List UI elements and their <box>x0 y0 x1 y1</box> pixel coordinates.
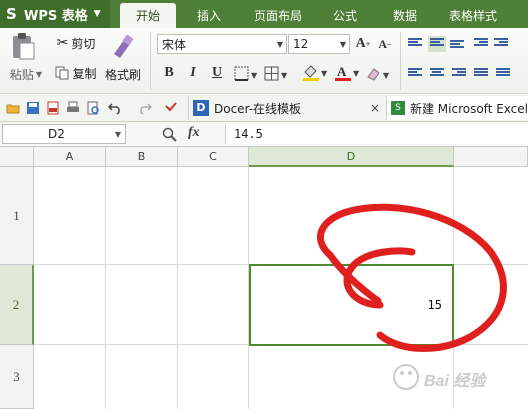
cut-button[interactable]: ✂ 剪切 <box>52 34 100 52</box>
menu-tab-bar: S WPS 表格 ▼ 开始 插入 页面布局 公式 数据 表格样式 <box>0 0 528 28</box>
distributed-align-icon[interactable] <box>496 68 510 80</box>
column-header-d[interactable]: D <box>249 147 454 167</box>
svg-text:▼: ▼ <box>281 71 288 80</box>
insert-function-button[interactable]: fx <box>188 125 200 141</box>
format-painter-button[interactable]: 格式刷 <box>102 66 144 82</box>
quick-access-bar: D Docer-在线模板 × S 新建 Microsoft Excel <box>0 94 528 122</box>
font-size-select[interactable]: 12 ▼ <box>288 34 350 54</box>
align-bottom-icon[interactable] <box>450 40 464 52</box>
paste-icon[interactable] <box>10 32 36 62</box>
tab-formulas[interactable]: 公式 <box>322 3 368 28</box>
doc-tab-workbook-label: 新建 Microsoft Excel <box>409 101 528 116</box>
underline-button[interactable]: U <box>208 64 226 82</box>
clear-format-icon[interactable]: ▼ <box>366 66 394 82</box>
align-left-icon[interactable] <box>408 68 422 80</box>
spreadsheet-icon: S <box>391 101 405 115</box>
svg-text:▼: ▼ <box>251 71 258 80</box>
grid-line <box>105 167 106 409</box>
column-header-a[interactable]: A <box>34 147 106 167</box>
undo-icon[interactable] <box>108 101 122 115</box>
paste-button[interactable]: 粘贴 ▼ <box>6 66 46 82</box>
align-middle-icon[interactable] <box>428 36 446 52</box>
row-header-2[interactable]: 2 <box>0 265 34 345</box>
chevron-down-icon: ▼ <box>35 69 43 79</box>
export-pdf-icon[interactable] <box>46 101 60 115</box>
zoom-search-icon[interactable] <box>162 127 178 143</box>
active-cell-d2[interactable]: 15 <box>249 264 454 346</box>
indent-decrease-icon[interactable] <box>474 38 488 50</box>
name-box[interactable]: D2 ▼ <box>2 124 126 144</box>
copy-icon <box>55 66 69 80</box>
italic-button[interactable]: I <box>184 64 202 82</box>
svg-text:A: A <box>337 64 347 79</box>
name-box-value: D2 <box>48 127 65 141</box>
column-header-e[interactable] <box>454 147 528 167</box>
tab-data[interactable]: 数据 <box>382 3 428 28</box>
svg-text:▼: ▼ <box>353 69 360 78</box>
justify-icon[interactable] <box>474 68 488 80</box>
font-size-value: 12 <box>293 37 309 51</box>
align-top-icon[interactable] <box>408 38 422 50</box>
copy-button[interactable]: 复制 <box>52 64 100 82</box>
doc-tab-docer-label: Docer-在线模板 <box>214 101 302 116</box>
spreadsheet-grid[interactable]: A B C D 1 2 3 15 Bai 经验 <box>0 147 528 409</box>
formula-input[interactable]: 14.5 <box>225 124 528 144</box>
close-icon[interactable]: × <box>370 101 380 115</box>
align-center-icon[interactable] <box>430 68 444 80</box>
column-header-b[interactable]: B <box>106 147 178 167</box>
font-name-value: 宋体 <box>162 37 187 52</box>
tab-home[interactable]: 开始 <box>120 3 176 28</box>
save-icon[interactable] <box>26 101 40 115</box>
customize-toolbar-icon[interactable] <box>164 101 178 115</box>
grid-line <box>177 167 178 409</box>
app-name: WPS 表格 <box>24 8 88 24</box>
font-name-select[interactable]: 宋体 ▼ <box>157 34 287 54</box>
chevron-down-icon: ▼ <box>339 40 346 49</box>
ribbon-separator <box>400 32 401 90</box>
row-header-3[interactable]: 3 <box>0 345 34 409</box>
open-folder-icon[interactable] <box>6 101 20 115</box>
table-grid-icon[interactable]: ▼ <box>264 66 292 82</box>
print-preview-icon[interactable] <box>86 101 100 115</box>
formula-bar: D2 ▼ fx 14.5 <box>0 122 528 147</box>
row-header-1[interactable]: 1 <box>0 167 34 265</box>
chevron-down-icon: ▼ <box>114 130 121 139</box>
border-icon[interactable]: ▼ <box>234 66 260 82</box>
cut-label: 剪切 <box>71 36 96 51</box>
tab-page-layout[interactable]: 页面布局 <box>246 3 310 28</box>
fill-color-icon[interactable]: ▼ <box>302 64 330 82</box>
watermark-text: Bai 经验 <box>424 373 486 390</box>
ribbon-separator <box>150 32 151 90</box>
tab-insert[interactable]: 插入 <box>186 3 232 28</box>
wps-logo-icon: S <box>6 5 17 23</box>
select-all-corner[interactable] <box>0 147 34 167</box>
ribbon: 粘贴 ▼ ✂ 剪切 复制 格式刷 宋体 ▼ 12 ▼ A + A − B I U ▼ <box>0 28 528 94</box>
font-color-icon[interactable]: A ▼ <box>334 64 362 82</box>
paste-label: 粘贴 <box>9 67 34 82</box>
scissors-icon: ✂ <box>56 35 69 51</box>
redo-icon[interactable] <box>138 101 152 115</box>
fill-handle[interactable] <box>451 342 457 348</box>
indent-increase-icon[interactable] <box>494 38 508 50</box>
cell-d2-value: 15 <box>427 298 442 312</box>
chevron-down-icon: ▼ <box>276 40 283 49</box>
align-right-icon[interactable] <box>452 68 466 80</box>
increase-font-size-button[interactable]: A + <box>354 35 372 53</box>
svg-text:▼: ▼ <box>383 71 390 80</box>
copy-label: 复制 <box>72 66 97 81</box>
decrease-font-size-button[interactable]: A − <box>376 35 394 53</box>
chevron-down-icon: ▼ <box>93 9 101 19</box>
doc-tab-docer[interactable]: D Docer-在线模板 × <box>188 96 384 120</box>
docer-logo-icon: D <box>193 100 209 116</box>
tab-table-style[interactable]: 表格样式 <box>440 3 506 28</box>
app-menu-button[interactable]: S WPS 表格 ▼ <box>0 0 110 28</box>
column-header-c[interactable]: C <box>178 147 249 167</box>
print-icon[interactable] <box>66 101 80 115</box>
doc-tab-workbook[interactable]: S 新建 Microsoft Excel <box>386 96 528 120</box>
svg-text:▼: ▼ <box>321 69 328 78</box>
format-painter-icon[interactable] <box>110 34 136 60</box>
bold-button[interactable]: B <box>160 64 178 82</box>
